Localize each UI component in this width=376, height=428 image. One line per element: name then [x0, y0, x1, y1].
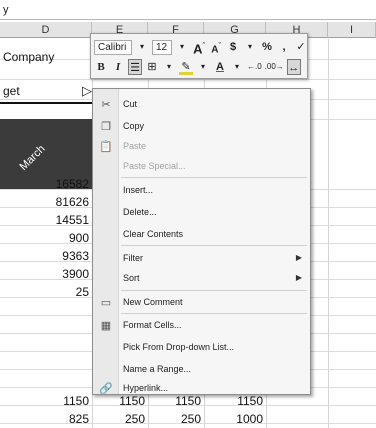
borders-icon[interactable]: ⊞ — [145, 59, 159, 75]
cell-d-value: 25 — [75, 285, 89, 299]
cell-d-value: 3900 — [62, 267, 89, 281]
cell-get: get — [3, 84, 20, 98]
menu-item-new-comment[interactable]: ▭ New Comment — [93, 293, 310, 313]
font-color-dropdown-icon[interactable]: ▾ — [230, 59, 244, 75]
shrink-font-button[interactable]: Aˇ — [209, 39, 223, 55]
menu-item-copy[interactable]: ❐ Copy — [93, 117, 310, 137]
cell-row-825-d: 825 — [68, 412, 89, 426]
menu-separator — [121, 313, 307, 314]
fill-color-icon[interactable]: ✎ — [179, 59, 193, 75]
decrease-decimal-icon[interactable]: .00→ — [265, 59, 284, 75]
cell-company: Company — [3, 50, 55, 64]
menu-item-hyperlink[interactable]: 🔗 Hyperlink... — [93, 379, 310, 399]
menu-separator — [121, 290, 307, 291]
comma-button[interactable]: , — [277, 39, 291, 55]
menu-item-sort[interactable]: Sort ▶ — [93, 269, 310, 289]
cell-row-1150-d: 1150 — [63, 394, 89, 408]
mouse-cursor-icon: ▷ — [82, 83, 92, 98]
formula-bar[interactable]: y — [0, 0, 376, 20]
menu-item-paste-special[interactable]: Paste Special... — [93, 157, 310, 177]
column-header-i[interactable]: I — [328, 22, 376, 38]
grow-font-button[interactable]: Aˆ — [192, 39, 206, 56]
currency-dropdown-icon[interactable]: ▾ — [243, 39, 257, 55]
menu-item-paste[interactable]: 📋 Paste — [93, 137, 310, 157]
mini-toolbar: Calibri ▾ 12 ▾ Aˆ Aˇ $ ▾ % , ✓ B I ☰ ⊞ ▾… — [90, 33, 308, 79]
borders-dropdown-icon[interactable]: ▾ — [162, 59, 176, 75]
cell-d-value: 900 — [68, 231, 89, 245]
submenu-arrow-icon: ▶ — [295, 253, 302, 262]
cell-d-value: 16582 — [55, 177, 89, 191]
font-name-box[interactable]: Calibri — [94, 39, 132, 55]
cell-row-825-e: 250 — [124, 412, 145, 426]
cell-d-value: 9363 — [62, 249, 89, 263]
hyperlink-icon: 🔗 — [99, 383, 113, 395]
context-menu: ✂ Cut ❐ Copy 📋 Paste Paste Special... In… — [92, 88, 311, 395]
cell-row-825-f: 250 — [180, 412, 201, 426]
menu-item-format-cells[interactable]: ▦ Format Cells... — [93, 316, 310, 336]
percent-button[interactable]: % — [260, 39, 274, 55]
paste-icon: 📋 — [99, 141, 113, 153]
copy-icon: ❐ — [101, 121, 111, 133]
menu-item-cut[interactable]: ✂ Cut — [93, 95, 310, 115]
font-size-dropdown-icon[interactable]: ▾ — [175, 39, 189, 55]
menu-item-filter[interactable]: Filter ▶ — [93, 249, 310, 269]
format-painter-icon[interactable]: ✓ — [294, 39, 308, 55]
cell-d-value: 81626 — [55, 195, 89, 209]
format-cells-icon: ▦ — [100, 320, 112, 332]
italic-button[interactable]: I — [111, 59, 125, 75]
menu-item-delete[interactable]: Delete... — [93, 203, 310, 223]
font-name-dropdown-icon[interactable]: ▾ — [135, 39, 149, 55]
menu-item-insert[interactable]: Insert... — [93, 181, 310, 201]
menu-separator — [121, 177, 307, 178]
font-color-button[interactable]: A — [213, 59, 227, 75]
scissors-icon: ✂ — [101, 99, 111, 111]
cell-row-825-g: 1000 — [236, 412, 263, 426]
merge-center-icon[interactable]: ↔ — [286, 59, 301, 75]
center-align-icon[interactable]: ☰ — [128, 59, 142, 75]
currency-button[interactable]: $ — [226, 39, 240, 55]
menu-item-name-range[interactable]: Name a Range... — [93, 360, 310, 380]
formula-bar-value: y — [3, 4, 9, 16]
cell-d-value: 14551 — [55, 213, 89, 227]
bold-button[interactable]: B — [94, 59, 108, 75]
font-size-box[interactable]: 12 — [152, 39, 172, 55]
comment-icon: ▭ — [100, 297, 112, 309]
menu-separator — [121, 245, 307, 246]
column-header-d[interactable]: D — [0, 22, 92, 38]
menu-item-pick-from-list[interactable]: Pick From Drop-down List... — [93, 338, 310, 358]
submenu-arrow-icon: ▶ — [295, 273, 302, 282]
increase-decimal-icon[interactable]: ←.0 — [247, 59, 262, 75]
menu-item-clear-contents[interactable]: Clear Contents — [93, 225, 310, 245]
fill-color-dropdown-icon[interactable]: ▾ — [196, 59, 210, 75]
